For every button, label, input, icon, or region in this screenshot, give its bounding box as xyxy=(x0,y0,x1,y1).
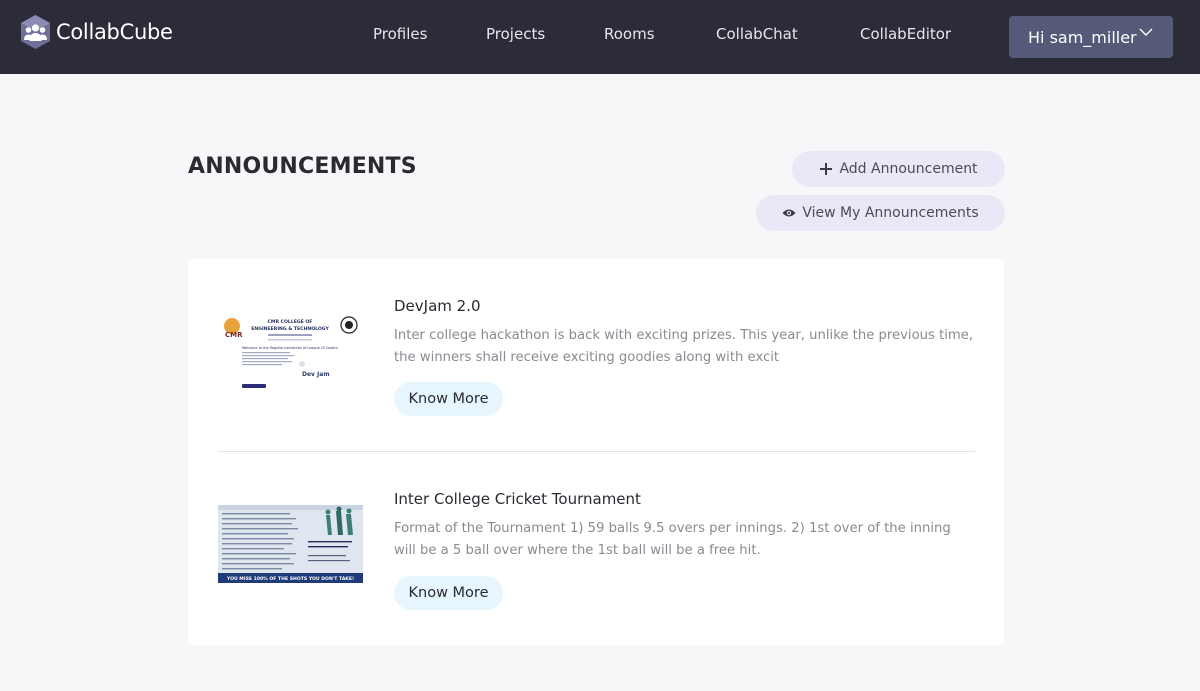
plus-icon xyxy=(820,163,833,175)
nav-link-collabeditor[interactable]: CollabEditor xyxy=(860,25,951,43)
announcement-divider xyxy=(218,451,975,452)
announcement-description: Inter college hackathon is back with exc… xyxy=(394,328,974,365)
view-my-announcements-button[interactable]: View My Announcements xyxy=(756,195,1005,231)
devjam-image-line2: ENGINEERING & TECHNOLOGY xyxy=(251,326,329,332)
know-more-button[interactable]: Know More xyxy=(394,576,503,610)
announcement-image-cricket: YOU MISS 100% OF THE SHOTS YOU DON'T TAK… xyxy=(218,505,363,583)
devjam-image-line1: CMR COLLEGE OF xyxy=(268,319,313,325)
announcement-image-devjam: CMR CMR COLLEGE OF ENGINEERING & TECHNOL… xyxy=(218,313,363,391)
user-menu-button[interactable]: Hi sam_miller xyxy=(1009,16,1173,58)
nav-link-profiles[interactable]: Profiles xyxy=(373,25,427,43)
svg-text:CMR: CMR xyxy=(225,331,243,339)
add-announcement-label: Add Announcement xyxy=(839,161,978,177)
devjam-image-logo: Dev Jam xyxy=(302,371,330,378)
announcement-description: Format of the Tournament 1) 59 balls 9.5… xyxy=(394,521,951,558)
nav-link-projects[interactable]: Projects xyxy=(486,25,545,43)
know-more-button[interactable]: Know More xyxy=(394,382,503,416)
nav-link-rooms[interactable]: Rooms xyxy=(604,25,655,43)
brand[interactable]: CollabCube xyxy=(19,14,173,50)
user-menu-label: Hi sam_miller xyxy=(1028,27,1137,47)
nav-link-collabchat[interactable]: CollabChat xyxy=(716,25,798,43)
add-announcement-button[interactable]: Add Announcement xyxy=(792,151,1005,187)
chevron-down-icon xyxy=(1139,28,1153,36)
top-navbar: CollabCube Profiles Projects Rooms Colla… xyxy=(0,0,1200,74)
announcement-title[interactable]: DevJam 2.0 xyxy=(394,297,481,315)
view-my-announcements-label: View My Announcements xyxy=(802,205,979,221)
page-title: ANNOUNCEMENTS xyxy=(188,154,417,179)
devjam-image-heading: Welcome to the flagship hackathon of Lea… xyxy=(242,346,338,350)
announcement-title[interactable]: Inter College Cricket Tournament xyxy=(394,490,641,508)
announcements-card: CMR CMR COLLEGE OF ENGINEERING & TECHNOL… xyxy=(188,259,1004,645)
brand-name: CollabCube xyxy=(56,20,173,44)
eye-icon xyxy=(782,209,796,217)
cricket-image-banner: YOU MISS 100% OF THE SHOTS YOU DON'T TAK… xyxy=(226,576,354,582)
people-cube-icon xyxy=(21,15,50,49)
